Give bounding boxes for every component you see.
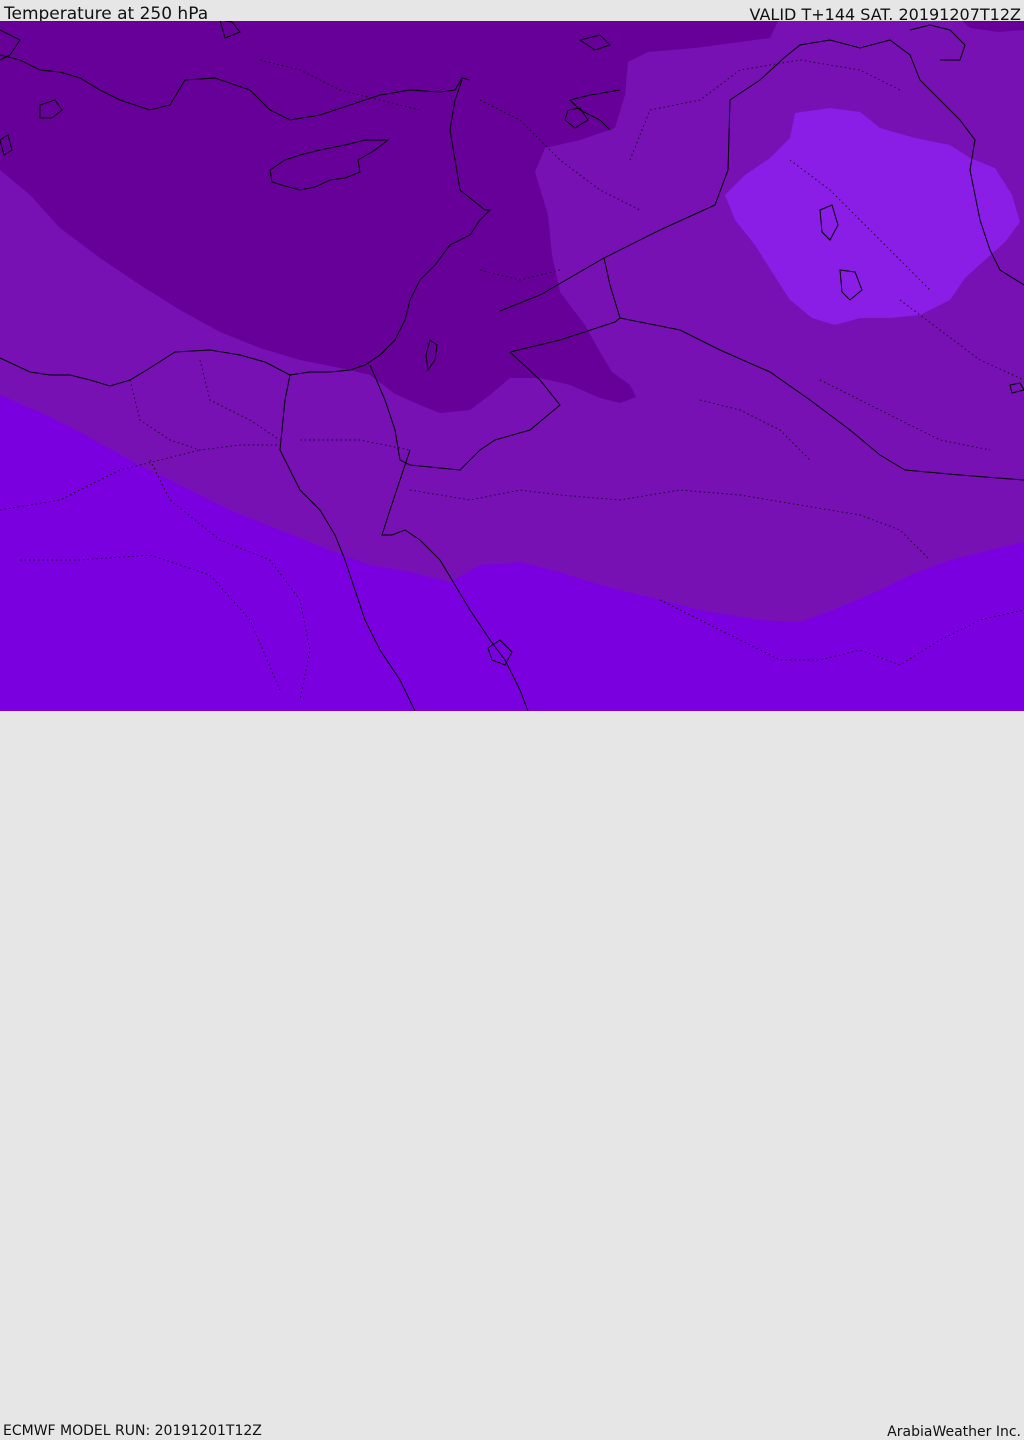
credit-label: ArabiaWeather Inc. <box>887 1424 1021 1440</box>
temperature-map <box>0 21 1024 711</box>
model-run-label: ECMWF MODEL RUN: 20191201T12Z <box>3 1423 262 1439</box>
header-bar: Temperature at 250 hPa VALID T+144 SAT. … <box>0 0 1024 24</box>
footer-bar: ECMWF MODEL RUN: 20191201T12Z ArabiaWeat… <box>0 711 1024 1440</box>
